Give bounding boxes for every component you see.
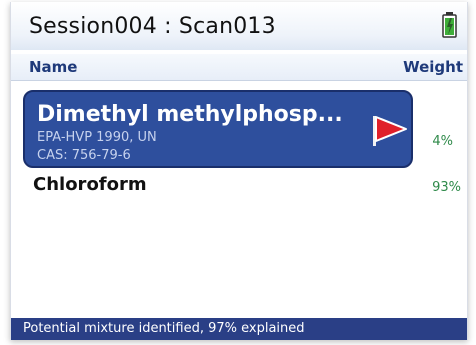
result-cas: CAS: 756-79-6 (37, 148, 131, 163)
column-header: Name Weight (11, 54, 467, 81)
column-name-header[interactable]: Name (29, 58, 77, 76)
status-bar: Potential mixture identified, 97% explai… (11, 318, 467, 340)
title-bar: Session004 : Scan013 (11, 2, 467, 50)
result-row[interactable]: Chloroform (33, 174, 147, 195)
column-weight-header[interactable]: Weight (403, 58, 463, 76)
result-source: EPA-HVP 1990, UN (37, 130, 157, 145)
status-text: Potential mixture identified, 97% explai… (23, 321, 305, 336)
session-title: Session004 : Scan013 (29, 14, 276, 39)
result-weight: 93% (432, 180, 461, 195)
red-flag-icon (373, 116, 407, 146)
result-name: Dimethyl methylphosp... (37, 102, 343, 127)
result-row-selected[interactable]: Dimethyl methylphosp... EPA-HVP 1990, UN… (23, 90, 413, 168)
result-weight: 4% (432, 134, 453, 149)
device-screen: Session004 : Scan013 Name Weight Dimethy… (10, 2, 468, 340)
battery-icon (442, 12, 457, 38)
